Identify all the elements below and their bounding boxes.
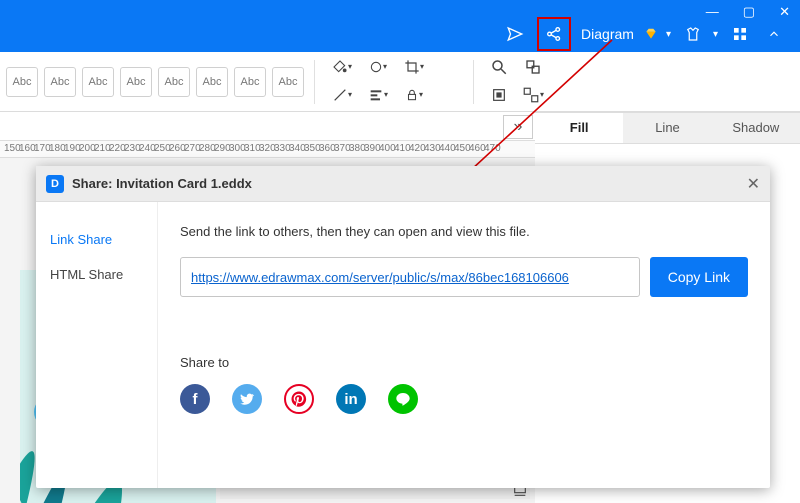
share-link-field[interactable]: https://www.edrawmax.com/server/public/s…: [180, 257, 640, 297]
tab-line[interactable]: Line: [623, 112, 711, 144]
window-close-icon[interactable]: ✕: [779, 4, 790, 20]
style-swatch[interactable]: Abc: [234, 67, 266, 97]
style-swatch[interactable]: Abc: [82, 67, 114, 97]
share-button[interactable]: [537, 17, 571, 51]
replace-icon[interactable]: [522, 56, 544, 78]
pinterest-icon[interactable]: [284, 384, 314, 414]
linkedin-icon[interactable]: in: [336, 384, 366, 414]
copy-link-button[interactable]: Copy Link: [650, 257, 748, 297]
app-logo-icon: D: [46, 175, 64, 193]
align-tool-icon[interactable]: ▾: [365, 84, 391, 106]
crop-tool-icon[interactable]: ▾: [401, 56, 427, 78]
gem-icon: [644, 27, 658, 41]
send-icon[interactable]: [503, 22, 527, 46]
style-swatch[interactable]: Abc: [196, 67, 228, 97]
window-min-icon[interactable]: —: [706, 4, 719, 20]
toolbar: Abc Abc Abc Abc Abc Abc Abc Abc ▾ ▾ ▾ ▾ …: [0, 52, 800, 112]
tab-html-share[interactable]: HTML Share: [36, 257, 157, 292]
fill-tool-icon[interactable]: ▾: [329, 56, 355, 78]
select-icon[interactable]: [488, 84, 510, 106]
twitter-icon[interactable]: [232, 384, 262, 414]
tshirt-icon[interactable]: [681, 22, 705, 46]
line-tool-icon[interactable]: ▾: [329, 84, 355, 106]
ruler-tick: 470: [484, 143, 501, 154]
shape-tool-icon[interactable]: ▾: [365, 56, 391, 78]
close-icon[interactable]: ✕: [747, 174, 760, 194]
grid-apps-icon[interactable]: [728, 22, 752, 46]
share-description: Send the link to others, then they can o…: [180, 224, 748, 239]
tab-link-share[interactable]: Link Share: [36, 222, 157, 257]
style-swatch[interactable]: Abc: [272, 67, 304, 97]
tab-shadow[interactable]: Shadow: [712, 112, 800, 144]
style-swatch[interactable]: Abc: [6, 67, 38, 97]
style-swatch[interactable]: Abc: [158, 67, 190, 97]
style-swatch[interactable]: Abc: [44, 67, 76, 97]
window-max-icon[interactable]: ▢: [743, 4, 755, 20]
style-swatch[interactable]: Abc: [120, 67, 152, 97]
chevron-down-icon[interactable]: ▾: [713, 29, 718, 40]
lock-tool-icon[interactable]: ▾: [401, 84, 427, 106]
chevron-down-icon[interactable]: ▾: [666, 29, 671, 40]
group-icon[interactable]: ▾: [522, 84, 544, 106]
ruler: 1501601701801902002102202302402502602702…: [0, 140, 535, 158]
facebook-icon[interactable]: f: [180, 384, 210, 414]
search-icon[interactable]: [488, 56, 510, 78]
dialog-title: Share: Invitation Card 1.eddx: [72, 176, 252, 191]
expand-styles-icon[interactable]: »: [503, 115, 533, 139]
share-dialog: D Share: Invitation Card 1.eddx ✕ Link S…: [36, 166, 770, 488]
diagram-label[interactable]: Diagram: [581, 26, 634, 42]
line-icon[interactable]: [388, 384, 418, 414]
collapse-up-icon[interactable]: [762, 22, 786, 46]
share-to-label: Share to: [180, 355, 748, 370]
tab-fill[interactable]: Fill: [535, 112, 623, 144]
